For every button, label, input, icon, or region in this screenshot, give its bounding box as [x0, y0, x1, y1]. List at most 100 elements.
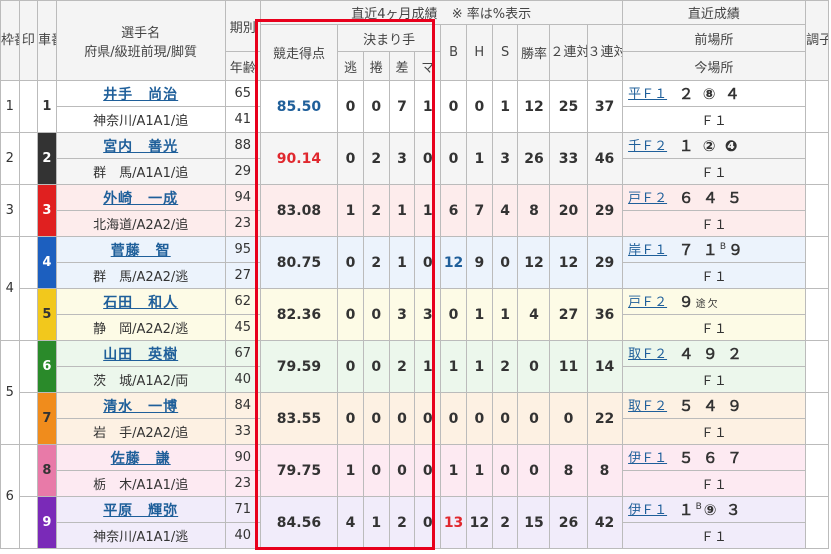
- prev-race-results: ５ ４ ９: [673, 395, 744, 416]
- stat-s: 0: [491, 392, 519, 445]
- stat-ren2: 26: [549, 496, 588, 549]
- prev-race-results-sup: B: [719, 242, 728, 252]
- stat-mark: 0: [414, 444, 442, 497]
- prev-race-cell: 戸Ｆ２ ６ ４ ５: [621, 184, 807, 211]
- kibetsu: 67: [224, 340, 261, 367]
- stat-mark: 1: [414, 340, 442, 393]
- col-header-makuri: 捲: [362, 51, 390, 81]
- stat-h: 0: [465, 80, 493, 133]
- stat-mark: 3: [414, 288, 442, 341]
- rider-row: 2 2 宮内 善光 88 90.14 0 2 3 0 0 1 3 26 33 46 千Ｆ２ １ ② ❹: [0, 132, 829, 185]
- prev-race-link[interactable]: 取Ｆ２: [623, 395, 673, 416]
- prev-race-results: ６ ４ ５: [673, 187, 744, 208]
- prev-race-results-main: １: [678, 501, 696, 519]
- race-score: 82.36: [259, 288, 339, 341]
- prev-race-results: ５ ６ ７: [673, 447, 744, 468]
- race-score: 83.55: [259, 392, 339, 445]
- prev-race-link[interactable]: 伊Ｆ１: [623, 447, 673, 468]
- rider-info: 神奈川/A1A1/逃: [55, 522, 226, 549]
- rider-name-cell: 外崎 一成: [55, 184, 226, 211]
- stat-s: 2: [491, 496, 519, 549]
- stat-ren2: 0: [549, 392, 588, 445]
- age: 45: [224, 314, 261, 341]
- rider-name-link[interactable]: 石田 和人: [103, 295, 178, 311]
- recent-results-note: ※ 率は%表示: [451, 7, 532, 22]
- race-entry-table: 枠番 印 車番 選手名 府県/級班前現/脚質 期別 直近4ヶ月成績 ※ 率は%表…: [0, 0, 829, 549]
- stat-ren2: 27: [549, 288, 588, 341]
- mark-cell: [18, 288, 39, 341]
- mark-cell: [18, 236, 39, 289]
- col-header-kibetsu: 期別: [224, 0, 261, 52]
- stat-sashi: 1: [388, 236, 416, 289]
- mark-cell: [18, 132, 39, 185]
- stat-makuri: 2: [362, 132, 390, 185]
- stat-ren2: 11: [549, 340, 588, 393]
- prev-race-link[interactable]: 平Ｆ１: [623, 83, 673, 104]
- rider-info: 茨 城/A1A2/両: [55, 366, 226, 393]
- rider-name-link[interactable]: 平原 輝弥: [103, 503, 178, 519]
- stat-win: 12: [517, 236, 551, 289]
- prev-race-link[interactable]: 伊Ｆ１: [623, 499, 673, 520]
- rider-name-cell: 山田 英樹: [55, 340, 226, 367]
- kibetsu: 94: [224, 184, 261, 211]
- stat-makuri: 0: [362, 392, 390, 445]
- col-header-nenrei: 年齢: [224, 51, 261, 81]
- kibetsu: 65: [224, 80, 261, 107]
- stat-h: 9: [465, 236, 493, 289]
- car-number: 1: [37, 80, 57, 133]
- age: 27: [224, 262, 261, 289]
- stat-ren2: 20: [549, 184, 588, 237]
- current-race: Ｆ１: [621, 418, 807, 445]
- stat-ren3: 14: [586, 340, 623, 393]
- rider-name-link[interactable]: 菅藤 智: [111, 243, 171, 259]
- recent-results-title: 直近4ヶ月成績: [351, 7, 438, 22]
- stat-ren3: 46: [586, 132, 623, 185]
- frame-number: 3: [0, 184, 20, 237]
- stat-sashi: 2: [388, 496, 416, 549]
- rider-name-cell: 井手 尚治: [55, 80, 226, 107]
- rider-row: 3 3 外崎 一成 94 83.08 1 2 1 1 6 7 4 8 20 29 戸Ｆ２ ６ ４ ５: [0, 184, 829, 237]
- rider-name-link[interactable]: 山田 英樹: [103, 347, 178, 363]
- prev-race-results: ２ ⑧ ４: [673, 83, 742, 104]
- rider-name-link[interactable]: 井手 尚治: [103, 87, 178, 103]
- prev-race-results-tail: ９: [728, 241, 746, 259]
- rider-info: 群 馬/A2A2/逃: [55, 262, 226, 289]
- current-race: Ｆ１: [621, 262, 807, 289]
- rider-row: 7 清水 一博 84 83.55 0 0 0 0 0 0 0 0 0 22 取Ｆ２ ５ ４ ９: [1, 392, 829, 445]
- stat-h: 12: [465, 496, 493, 549]
- car-number: 4: [37, 236, 57, 289]
- stat-h: 1: [465, 288, 493, 341]
- col-header-zenba: 前場所: [621, 24, 807, 52]
- stat-ren2: 25: [549, 80, 588, 133]
- prev-race-link[interactable]: 戸Ｆ２: [623, 291, 673, 312]
- kibetsu: 88: [224, 132, 261, 159]
- prev-race-link[interactable]: 戸Ｆ２: [623, 187, 673, 208]
- prev-race-cell: 取Ｆ２ ５ ４ ９: [621, 392, 807, 419]
- age: 40: [224, 366, 261, 393]
- stat-win: 8: [517, 184, 551, 237]
- col-header-score: 競走得点: [259, 24, 339, 81]
- kibetsu: 84: [224, 392, 261, 419]
- rider-row: 6 8 佐藤 謙 90 79.75 1 0 0 0 1 1 0 0 8 8 伊Ｆ１ ５ ６ ７: [0, 444, 829, 549]
- mark-cell: [18, 444, 39, 497]
- rider-name-link[interactable]: 佐藤 謙: [111, 451, 171, 467]
- prev-race-link[interactable]: 取Ｆ２: [623, 343, 673, 364]
- prev-race-results-main: ７ １: [678, 241, 720, 259]
- rider-name-link[interactable]: 清水 一博: [103, 399, 178, 415]
- prev-race-link[interactable]: 岸Ｆ１: [623, 239, 673, 260]
- stat-win: 0: [517, 444, 551, 497]
- stat-b: 13: [440, 496, 467, 549]
- stat-sashi: 3: [388, 132, 416, 185]
- col-header-s: S: [491, 24, 519, 81]
- rider-name-link[interactable]: 宮内 善光: [103, 139, 178, 155]
- race-score: 83.08: [259, 184, 339, 237]
- stat-nige: 0: [337, 340, 364, 393]
- prev-race-results-main: ５ ４ ９: [678, 397, 745, 415]
- stat-ren2: 8: [549, 444, 588, 497]
- prev-race-link[interactable]: 千Ｆ２: [623, 135, 673, 156]
- stat-sashi: 1: [388, 184, 416, 237]
- col-header-ren3: ３連対率: [586, 24, 623, 81]
- rider-name-cell: 宮内 善光: [55, 132, 226, 159]
- kibetsu: 71: [224, 496, 261, 523]
- rider-name-link[interactable]: 外崎 一成: [103, 191, 178, 207]
